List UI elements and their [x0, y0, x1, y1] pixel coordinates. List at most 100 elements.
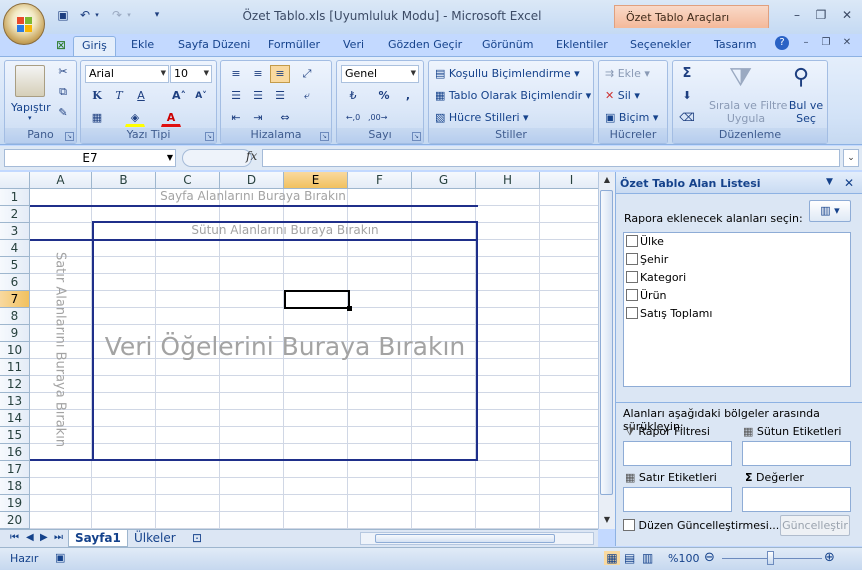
chevron-down-icon[interactable]: ▼: [167, 150, 173, 166]
grow-font-icon[interactable]: A˄: [169, 87, 189, 105]
zoom-in-icon[interactable]: ⊕: [824, 550, 835, 565]
report-filter-area[interactable]: [623, 441, 732, 466]
font-size-box[interactable]: 10 ▼: [170, 65, 212, 83]
conditional-formatting-button[interactable]: ▤ Koşullu Biçimlendirme ▾: [435, 67, 580, 80]
sheet-tab-sayfa1[interactable]: Sayfa1: [68, 530, 128, 547]
formula-bar-grip[interactable]: [182, 149, 252, 167]
clear-icon[interactable]: ⌫: [677, 109, 697, 127]
pane-menu-icon[interactable]: ▼: [826, 177, 833, 187]
merge-center-icon[interactable]: ⇔: [275, 109, 295, 127]
border-icon[interactable]: ▦: [87, 109, 107, 127]
values-area[interactable]: [742, 487, 851, 512]
launcher-icon[interactable]: ↘: [412, 132, 421, 141]
restore-icon[interactable]: ❐: [812, 8, 830, 22]
tab-giris[interactable]: Giriş: [73, 36, 116, 56]
tab-tasarim[interactable]: Tasarım: [706, 36, 764, 56]
zoom-slider-thumb[interactable]: [767, 551, 774, 565]
row-header-12[interactable]: 12: [0, 376, 30, 393]
format-as-table-button[interactable]: ▦ Tablo Olarak Biçimlendir ▾: [435, 89, 591, 102]
sheet-tab-ulkeler[interactable]: Ülkeler: [128, 530, 182, 547]
zoom-level[interactable]: %100: [668, 552, 699, 565]
italic-icon[interactable]: T: [109, 87, 129, 105]
font-color-icon[interactable]: A: [161, 109, 181, 127]
vertical-scroll-thumb[interactable]: [600, 190, 613, 495]
worksheet-grid[interactable]: ABCDEFGHI 1 2 3 4 5 6 7 8 9 10 11 12 13 14 15 16 17 18 19 2…: [0, 172, 598, 529]
column-header-c[interactable]: C: [156, 172, 220, 189]
checkbox[interactable]: [623, 519, 635, 531]
row-header-1[interactable]: 1: [0, 189, 30, 206]
row-header-8[interactable]: 8: [0, 308, 30, 325]
doc-minimize-icon[interactable]: –: [797, 36, 815, 50]
row-header-19[interactable]: 19: [0, 495, 30, 512]
sort-filter-label-2[interactable]: Uygula: [709, 112, 783, 125]
fill-icon[interactable]: ⬇: [677, 87, 697, 105]
update-button[interactable]: Güncelleştir: [780, 515, 850, 536]
sort-filter-icon[interactable]: ⧩: [729, 63, 752, 94]
pane-close-icon[interactable]: ✕: [844, 176, 854, 190]
tab-gozden-gecir[interactable]: Gözden Geçir: [380, 36, 470, 56]
zoom-out-icon[interactable]: ⊖: [704, 550, 715, 565]
launcher-icon[interactable]: ↘: [65, 132, 74, 141]
column-header-d[interactable]: D: [220, 172, 284, 189]
last-sheet-icon[interactable]: ⏭: [48, 530, 69, 547]
increase-indent-icon[interactable]: ⇥: [248, 109, 268, 127]
help-icon[interactable]: ?: [775, 36, 789, 50]
cell-styles-button[interactable]: ▧ Hücre Stilleri ▾: [435, 111, 529, 124]
fx-icon[interactable]: fx: [246, 149, 257, 163]
scroll-up-icon[interactable]: ▲: [599, 172, 615, 188]
launcher-icon[interactable]: ↘: [205, 132, 214, 141]
fill-color-icon[interactable]: ◈: [125, 109, 145, 127]
row-header-15[interactable]: 15: [0, 427, 30, 444]
format-painter-icon[interactable]: ✎: [53, 104, 73, 122]
tab-ekle[interactable]: Ekle: [123, 36, 162, 56]
column-header-b[interactable]: B: [92, 172, 156, 189]
copy-icon[interactable]: ⧉: [53, 83, 73, 101]
row-header-17[interactable]: 17: [0, 461, 30, 478]
row-header-6[interactable]: 6: [0, 274, 30, 291]
checkbox[interactable]: [626, 271, 638, 283]
row-header-2[interactable]: 2: [0, 206, 30, 223]
select-all-corner[interactable]: [0, 172, 30, 189]
horizontal-scroll-thumb[interactable]: [375, 534, 555, 543]
tab-secenekler[interactable]: Seçenekler: [622, 36, 699, 56]
align-middle-icon[interactable]: ≡: [248, 65, 268, 83]
row-header-16[interactable]: 16: [0, 444, 30, 461]
paste-icon[interactable]: [15, 65, 45, 97]
vertical-scrollbar[interactable]: ▲ ▼: [598, 172, 615, 529]
decrease-decimal-icon[interactable]: ,00→: [367, 109, 387, 127]
scroll-down-icon[interactable]: ▼: [599, 512, 615, 528]
font-name-box[interactable]: Arial ▼: [85, 65, 169, 83]
name-box[interactable]: E7 ▼: [4, 149, 176, 167]
field-item-ulke[interactable]: Ülke: [626, 235, 664, 251]
tab-sayfa-duzeni[interactable]: Sayfa Düzeni: [170, 36, 258, 56]
row-labels-area[interactable]: [623, 487, 732, 512]
number-format-box[interactable]: Genel ▼: [341, 65, 419, 83]
column-header-f[interactable]: F: [348, 172, 412, 189]
launcher-icon[interactable]: ↘: [320, 132, 329, 141]
find-select-icon[interactable]: ⚲: [793, 65, 809, 90]
row-header-10[interactable]: 10: [0, 342, 30, 359]
field-item-kategori[interactable]: Kategori: [626, 271, 686, 287]
column-labels-area[interactable]: [742, 441, 851, 466]
align-bottom-icon[interactable]: ≡: [270, 65, 290, 83]
fill-handle[interactable]: [347, 306, 352, 311]
sort-filter-label[interactable]: Sırala ve Filtre: [709, 99, 787, 112]
bold-icon[interactable]: K: [87, 87, 107, 105]
excel-doc-icon[interactable]: ⊠: [48, 36, 74, 56]
doc-close-icon[interactable]: ✕: [838, 36, 856, 50]
align-left-icon[interactable]: ☰: [226, 87, 246, 105]
normal-view-icon[interactable]: ▦: [604, 551, 620, 565]
row-header-18[interactable]: 18: [0, 478, 30, 495]
find-select-label-2[interactable]: Seç: [787, 112, 825, 125]
delete-button[interactable]: ✕ Sil ▾: [605, 89, 640, 102]
decrease-indent-icon[interactable]: ⇤: [226, 109, 246, 127]
expand-formula-icon[interactable]: ⌄: [843, 149, 859, 167]
percent-style-icon[interactable]: %: [374, 87, 394, 105]
shrink-font-icon[interactable]: A˅: [191, 87, 211, 105]
insert-button[interactable]: ⇉ Ekle ▾: [605, 67, 650, 80]
autosum-icon[interactable]: Σ: [677, 65, 697, 83]
align-right-icon[interactable]: ☰: [270, 87, 290, 105]
row-header-11[interactable]: 11: [0, 359, 30, 376]
column-header-h[interactable]: H: [476, 172, 540, 189]
tab-veri[interactable]: Veri: [335, 36, 372, 56]
